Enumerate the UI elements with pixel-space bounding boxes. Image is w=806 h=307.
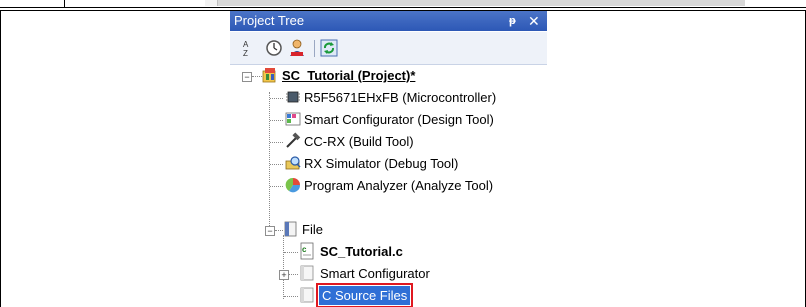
tree-label: RX Simulator (Debug Tool) xyxy=(304,156,459,171)
microcontroller-icon xyxy=(284,88,302,106)
tree-node-microcontroller[interactable]: R5F5671EHxFB (Microcontroller) xyxy=(230,87,547,108)
tree-label: SC_Tutorial.c xyxy=(320,244,403,259)
svg-text:c: c xyxy=(302,245,307,254)
c-file-icon: c xyxy=(298,242,316,260)
tree-node-design-tool[interactable]: Smart Configurator (Design Tool) xyxy=(230,109,547,130)
folder-icon xyxy=(298,286,316,304)
tree-label: R5F5671EHxFB (Microcontroller) xyxy=(304,90,497,105)
tree-node-analyze-tool[interactable]: Program Analyzer (Analyze Tool) xyxy=(230,175,547,196)
tree-node-smart-configurator[interactable]: + Smart Configurator xyxy=(230,263,547,284)
design-tool-icon xyxy=(284,110,302,128)
table-left-border xyxy=(0,10,1,307)
tree-node-project[interactable]: − SC_Tutorial (Project)* xyxy=(230,65,547,86)
svg-text:A: A xyxy=(243,40,249,49)
tree-node-c-file[interactable]: c SC_Tutorial.c xyxy=(230,241,547,262)
table-top-rule xyxy=(0,7,806,8)
analyze-tool-icon xyxy=(284,176,302,194)
close-icon[interactable]: ✕ xyxy=(528,11,540,31)
project-tree: − SC_Tutorial (Project)* R5F5671EHxFB (M… xyxy=(230,65,547,307)
tree-label: Program Analyzer (Analyze Tool) xyxy=(304,178,494,193)
tree-label: CC-RX (Build Tool) xyxy=(304,134,414,149)
folder-icon xyxy=(298,264,316,282)
collapse-icon[interactable]: − xyxy=(242,72,252,82)
project-tree-panel: Project Tree ᵽ ✕ A Z − SC_Tutorial (Proj… xyxy=(230,11,547,307)
user-icon[interactable] xyxy=(287,38,307,58)
tree-label-project: SC_Tutorial (Project)* xyxy=(282,68,416,83)
tree-node-c-source-files[interactable]: C Source Files xyxy=(230,283,547,307)
tree-label: Smart Configurator xyxy=(320,266,430,281)
tree-label-selected: C Source Files xyxy=(315,283,414,307)
file-folder-icon xyxy=(282,220,300,238)
tree-node-build-tool[interactable]: CC-RX (Build Tool) xyxy=(230,131,547,152)
collapse-icon[interactable]: − xyxy=(265,226,275,236)
svg-text:Z: Z xyxy=(243,49,248,58)
build-tool-icon xyxy=(284,132,302,150)
clock-icon[interactable] xyxy=(264,38,284,58)
project-icon xyxy=(261,66,279,84)
expand-icon[interactable]: + xyxy=(279,270,289,280)
panel-titlebar: Project Tree ᵽ ✕ xyxy=(230,11,547,31)
toolbar-separator xyxy=(314,40,315,57)
sort-icon[interactable]: A Z xyxy=(237,38,257,58)
table-divider xyxy=(64,0,65,7)
tree-node-file[interactable]: − File xyxy=(230,219,547,240)
tree-node-debug-tool[interactable]: RX Simulator (Debug Tool) xyxy=(230,153,547,174)
top-strip xyxy=(205,0,745,6)
debug-tool-icon xyxy=(284,154,302,172)
pin-icon[interactable]: ᵽ xyxy=(509,11,516,31)
tree-label: Smart Configurator (Design Tool) xyxy=(304,112,494,127)
panel-title: Project Tree xyxy=(234,13,305,28)
tree-label-file: File xyxy=(302,222,323,237)
refresh-icon[interactable] xyxy=(319,38,339,58)
panel-toolbar: A Z xyxy=(230,32,547,65)
